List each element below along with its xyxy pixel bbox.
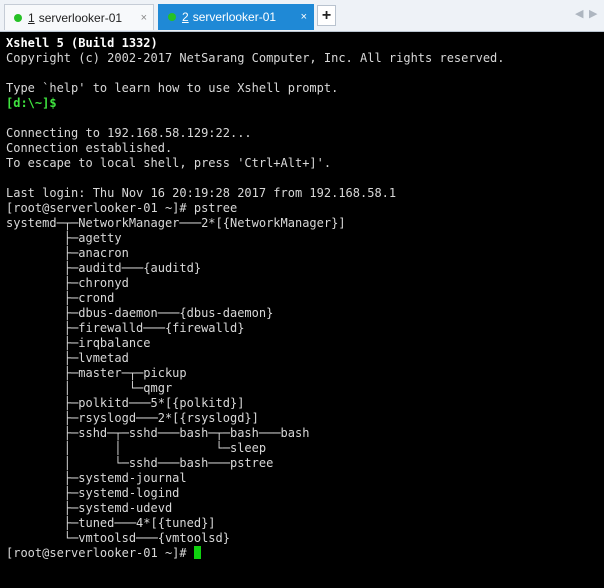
pstree-line: ├─agetty xyxy=(6,231,122,245)
pstree-line: ├─auditd───{auditd} xyxy=(6,261,202,275)
pstree-line: ├─master─┬─pickup xyxy=(6,366,187,380)
escape-hint-line: To escape to local shell, press 'Ctrl+Al… xyxy=(6,156,332,170)
command-line: [root@serverlooker-01 ~]# pstree xyxy=(6,201,238,215)
local-prompt: [d:\~]$ xyxy=(6,96,57,110)
scroll-tabs-left-icon[interactable]: ◀ xyxy=(575,7,583,20)
shell-prompt: [root@serverlooker-01 ~]# xyxy=(6,546,194,560)
tab-label: serverlooker-01 xyxy=(192,10,277,24)
pstree-line: ├─rsyslogd───2*[{rsyslogd}] xyxy=(6,411,259,425)
help-hint-line: Type `help' to learn how to use Xshell p… xyxy=(6,81,339,95)
pstree-line: ├─chronyd xyxy=(6,276,129,290)
pstree-line: ├─firewalld───{firewalld} xyxy=(6,321,245,335)
pstree-line: ├─dbus-daemon───{dbus-daemon} xyxy=(6,306,274,320)
tab-session-1[interactable]: 1 serverlooker-01 × xyxy=(4,4,154,30)
tab-session-2-active[interactable]: 2 serverlooker-01 × xyxy=(158,4,314,30)
connected-status-icon xyxy=(168,13,176,21)
pstree-line: ├─sshd─┬─sshd───bash─┬─bash───bash xyxy=(6,426,310,440)
tab-label: serverlooker-01 xyxy=(38,10,123,25)
pstree-line: ├─anacron xyxy=(6,246,129,260)
pstree-line: ├─lvmetad xyxy=(6,351,129,365)
terminal-output[interactable]: Xshell 5 (Build 1332) Copyright (c) 2002… xyxy=(0,33,604,588)
close-icon[interactable]: × xyxy=(301,11,307,23)
pstree-line: └─vmtoolsd───{vmtoolsd} xyxy=(6,531,230,545)
copyright-line: Copyright (c) 2002-2017 NetSarang Comput… xyxy=(6,51,505,65)
text-cursor xyxy=(193,546,201,559)
pstree-line: ├─systemd-logind xyxy=(6,486,180,500)
pstree-line: ├─irqbalance xyxy=(6,336,151,350)
connection-established-line: Connection established. xyxy=(6,141,173,155)
pstree-line: │ └─qmgr xyxy=(6,381,173,395)
pstree-line: systemd─┬─NetworkManager───2*[{NetworkMa… xyxy=(6,216,346,230)
connecting-line: Connecting to 192.168.58.129:22... xyxy=(6,126,252,140)
add-tab-button[interactable]: + xyxy=(317,5,336,26)
pstree-output: systemd─┬─NetworkManager───2*[{NetworkMa… xyxy=(6,216,604,546)
tab-number: 2 xyxy=(182,10,189,24)
connected-status-icon xyxy=(14,13,22,22)
pstree-line: ├─systemd-journal xyxy=(6,471,187,485)
close-icon[interactable]: × xyxy=(141,12,147,24)
pstree-line: │ │ └─sleep xyxy=(6,441,267,455)
pstree-line: ├─systemd-udevd xyxy=(6,501,173,515)
terminal-header-title: Xshell 5 (Build 1332) xyxy=(6,36,158,50)
last-login-line: Last login: Thu Nov 16 20:19:28 2017 fro… xyxy=(6,186,397,200)
pstree-line: ├─polkitd───5*[{polkitd}] xyxy=(6,396,245,410)
scroll-tabs-right-icon[interactable]: ▶ xyxy=(589,7,597,20)
tab-bar: 1 serverlooker-01 × 2 serverlooker-01 × … xyxy=(0,0,604,32)
tab-number: 1 xyxy=(28,10,35,25)
final-prompt-line[interactable]: [root@serverlooker-01 ~]# xyxy=(6,546,604,561)
pstree-line: ├─crond xyxy=(6,291,115,305)
pstree-line: ├─tuned───4*[{tuned}] xyxy=(6,516,216,530)
pstree-line: │ └─sshd───bash───pstree xyxy=(6,456,274,470)
